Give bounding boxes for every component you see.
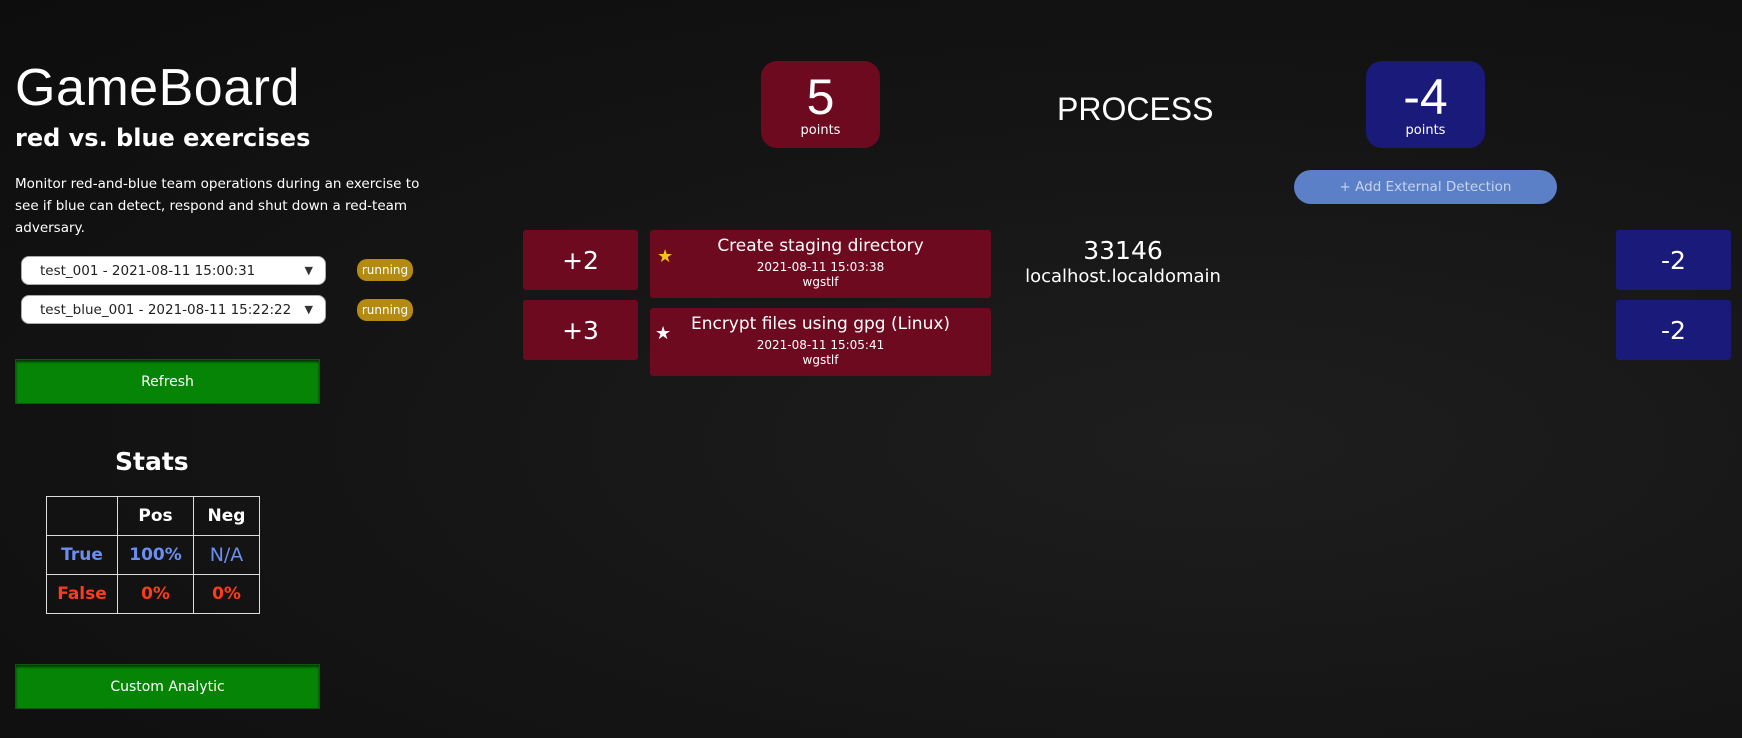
link-ability-name: Encrypt files using gpg (Linux) xyxy=(690,314,951,334)
red-score-unit: points xyxy=(800,123,841,138)
true-negative-value: N/A xyxy=(193,535,260,575)
chevron-down-icon: ▼ xyxy=(304,264,313,277)
custom-analytic-button[interactable]: Custom Analytic xyxy=(15,664,320,709)
stats-row-false: False 0% 0% xyxy=(46,574,260,614)
link-timestamp: 2021-08-11 15:05:41 xyxy=(756,338,885,352)
stats-table: Pos Neg True 100% N/A False 0% 0% xyxy=(46,496,260,614)
stats-header-pos: Pos xyxy=(117,496,194,536)
blue-points-box: -2 xyxy=(1616,230,1731,290)
stats-header-neg: Neg xyxy=(193,496,260,536)
mode-label: PROCESS xyxy=(1057,91,1214,127)
blue-score-unit: points xyxy=(1405,123,1446,138)
blue-points-box: -2 xyxy=(1616,300,1731,360)
blue-operation-status-badge: running xyxy=(357,299,413,321)
stats-row-true: True 100% N/A xyxy=(46,535,260,575)
true-positive-value: 100% xyxy=(117,535,194,575)
chevron-down-icon: ▼ xyxy=(304,303,313,316)
stats-header-empty xyxy=(46,496,118,536)
refresh-button[interactable]: Refresh xyxy=(15,359,320,404)
app-description: Monitor red-and-blue team operations dur… xyxy=(15,176,420,236)
blue-operation-select-value: test_blue_001 - 2021-08-11 15:22:22 xyxy=(40,301,292,318)
red-operation-select[interactable]: test_001 - 2021-08-11 15:00:31 ▼ xyxy=(21,256,326,285)
stats-header-row: Pos Neg xyxy=(46,496,260,536)
add-external-detection-button[interactable]: + Add External Detection xyxy=(1294,170,1557,204)
link-ability-name: Create staging directory xyxy=(717,236,924,256)
red-operation-status-badge: running xyxy=(357,259,413,281)
stats-title: Stats xyxy=(115,447,189,476)
link-card[interactable]: Create staging directory 2021-08-11 15:0… xyxy=(650,230,991,298)
blue-operation-select[interactable]: test_blue_001 - 2021-08-11 15:22:22 ▼ xyxy=(21,295,326,324)
red-operation-select-value: test_001 - 2021-08-11 15:00:31 xyxy=(40,262,256,279)
star-icon[interactable]: ★ xyxy=(657,246,673,267)
red-points-box: +2 xyxy=(523,230,638,290)
link-card[interactable]: Encrypt files using gpg (Linux) 2021-08-… xyxy=(650,308,991,376)
stats-row-label: False xyxy=(46,574,118,614)
link-user: wgstlf xyxy=(802,275,839,289)
host-name: localhost.localdomain xyxy=(1025,266,1221,287)
star-icon[interactable]: ★ xyxy=(655,323,671,344)
red-points-box: +3 xyxy=(523,300,638,360)
stats-row-label: True xyxy=(46,535,118,575)
red-score-value: 5 xyxy=(806,69,835,125)
app-title: GameBoard xyxy=(15,59,300,117)
red-score-box: 5 points xyxy=(761,61,880,148)
link-timestamp: 2021-08-11 15:03:38 xyxy=(756,260,885,274)
false-negative-value: 0% xyxy=(193,574,260,614)
host-pid: 33146 xyxy=(1083,236,1163,265)
false-positive-value: 0% xyxy=(117,574,194,614)
blue-score-box: -4 points xyxy=(1366,61,1485,148)
link-user: wgstlf xyxy=(802,353,839,367)
blue-score-value: -4 xyxy=(1403,69,1448,125)
app-subtitle: red vs. blue exercises xyxy=(15,124,311,152)
